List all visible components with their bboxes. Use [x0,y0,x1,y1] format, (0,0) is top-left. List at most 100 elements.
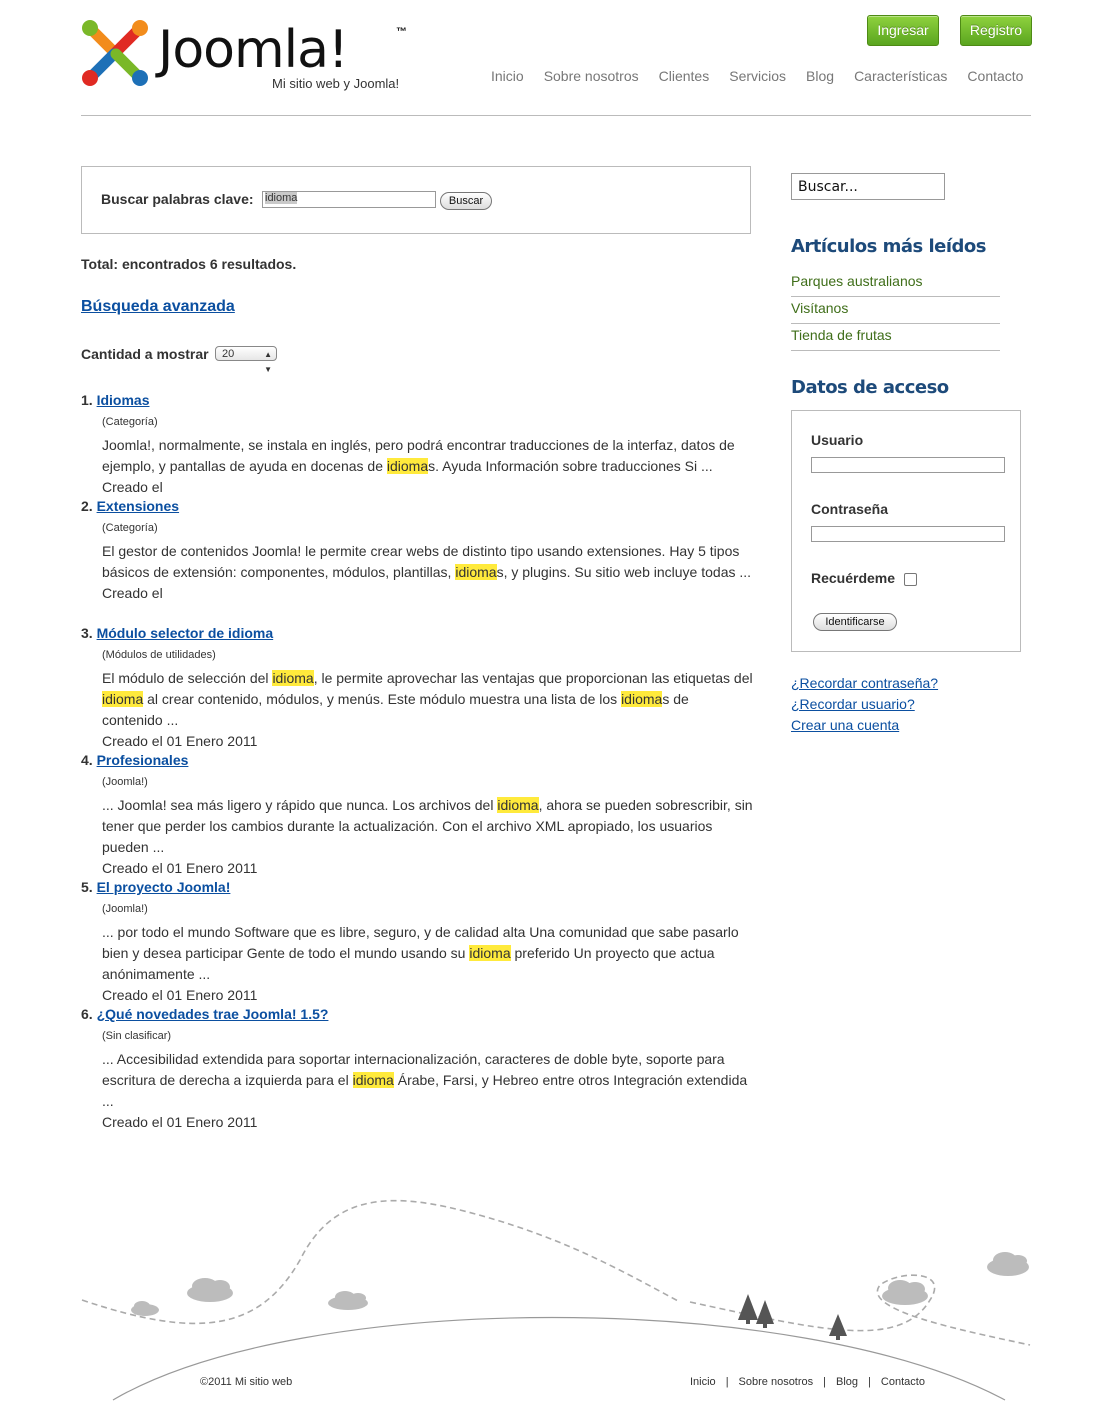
header-divider [81,115,1031,116]
footer-separator: | [725,1376,729,1388]
search-highlight: idioma [386,458,429,474]
advanced-search-link[interactable]: Búsqueda avanzada [81,298,235,316]
search-result-4: 4. Profesionales (Joomla!) ... Joomla! s… [81,750,753,879]
most-read-heading: Artículos más leídos [791,236,986,257]
result-number: 6. [81,1006,93,1022]
search-input-value: idioma [265,192,298,204]
login-form: Usuario Contraseña Recuérdeme Identifica… [791,410,1021,652]
limit-label: Cantidad a mostrar [81,346,209,362]
search-button[interactable]: Buscar [440,192,492,210]
result-snippet: ... Accesibilidad extendida para soporta… [102,1051,748,1109]
nav-item-sobre-nosotros[interactable]: Sobre nosotros [544,68,639,84]
result-snippet: El gestor de contenidos Joomla! le permi… [102,543,752,580]
login-top-button[interactable]: Ingresar [867,15,939,46]
search-result-6: 6. ¿Qué novedades trae Joomla! 1.5? (Sin… [81,1004,753,1133]
result-category: (Joomla!) [102,903,148,915]
remember-checkbox[interactable] [904,573,917,586]
result-date: Creado el 01 Enero 2011 [102,860,258,876]
joomla-logo-icon [82,20,148,86]
most-read-item[interactable]: Visítanos [791,297,1000,324]
result-date: Creado el 01 Enero 2011 [102,1114,258,1130]
footer-nav: Inicio | Sobre nosotros | Blog | Contacto [690,1376,925,1388]
main-nav: Inicio Sobre nosotros Clientes Servicios… [480,68,1023,84]
nav-item-contacto[interactable]: Contacto [967,68,1023,84]
forgot-password-link[interactable]: ¿Recordar contraseña? [791,675,938,691]
search-highlight: idioma [621,691,663,707]
result-snippet: ... por todo el mundo Software que es li… [102,924,739,982]
nav-item-blog[interactable]: Blog [806,68,834,84]
password-label: Contraseña [811,501,889,517]
result-title-link[interactable]: Módulo selector de idioma [97,625,274,641]
nav-item-inicio[interactable]: Inicio [491,68,524,84]
result-number: 5. [81,879,93,895]
result-snippet: Joomla!, normalmente, se instala en ingl… [102,437,735,474]
search-highlight: idioma [102,691,144,707]
most-read-item[interactable]: Tienda de frutas [791,324,1000,351]
search-result-5: 5. El proyecto Joomla! (Joomla!) ... por… [81,877,753,1006]
result-number: 2. [81,498,93,514]
search-result-3: 3. Módulo selector de idioma (Módulos de… [81,623,753,752]
password-field[interactable] [811,526,1005,542]
login-heading: Datos de acceso [791,377,949,398]
forgot-username-link[interactable]: ¿Recordar usuario? [791,696,915,712]
search-highlight: idioma [272,670,314,686]
result-number: 1. [81,392,93,408]
search-label: Buscar palabras clave: [101,191,254,207]
search-highlight: idioma [352,1072,394,1088]
result-title-link[interactable]: El proyecto Joomla! [97,879,231,895]
limit-select[interactable]: 20 ▲ ▼ [215,346,277,374]
site-tagline: Mi sitio web y Joomla! [272,76,400,91]
logo-wordmark: Joomla! [158,20,349,80]
login-button[interactable]: Identificarse [813,613,897,631]
result-category: (Categoría) [102,416,158,428]
result-title-link[interactable]: Idiomas [97,392,150,408]
site-logo[interactable]: Joomla! ™ Mi sitio web y Joomla! [80,16,420,96]
remember-label: Recuérdeme [811,570,896,586]
footer-nav-contacto[interactable]: Contacto [881,1376,925,1388]
create-account-link[interactable]: Crear una cuenta [791,717,899,733]
limit-select-value: 20 [222,348,235,360]
result-number: 3. [81,625,93,641]
search-highlight: idioma [497,797,539,813]
most-read-item[interactable]: Parques australianos [791,270,1000,297]
footer-nav-inicio[interactable]: Inicio [690,1376,716,1388]
search-highlight: idioma [469,945,511,961]
search-result-1: 1. Idiomas (Categoría) Joomla!, normalme… [81,390,753,498]
search-form: Buscar palabras clave: idioma Buscar [81,166,751,234]
footer-landscape-illustration [81,1199,1031,1401]
username-field[interactable] [811,457,1005,473]
register-top-button[interactable]: Registro [960,15,1032,46]
result-snippet: ... Joomla! sea más ligero y rápido que … [102,797,753,855]
sidebar-search-input[interactable]: Buscar... [791,173,945,200]
result-category: (Categoría) [102,522,158,534]
result-category: (Módulos de utilidades) [102,649,216,661]
search-highlight: idioma [455,564,497,580]
results-total: Total: encontrados 6 resultados. [81,256,297,272]
result-category: (Sin clasificar) [102,1030,172,1042]
result-title-link[interactable]: Profesionales [97,752,189,768]
nav-item-servicios[interactable]: Servicios [729,68,786,84]
result-date: Creado el 01 Enero 2011 [102,733,258,749]
result-snippet: El módulo de selección del idioma, le pe… [102,670,753,728]
footer-separator: | [868,1376,871,1388]
result-number: 4. [81,752,93,768]
result-date: Creado el [102,479,163,495]
logo-trademark: ™ [396,26,407,38]
cloud-icon [131,1252,1029,1316]
search-input[interactable]: idioma [262,191,436,208]
result-date: Creado el 01 Enero 2011 [102,987,258,1003]
footer-nav-sobre-nosotros[interactable]: Sobre nosotros [739,1376,814,1388]
nav-item-clientes[interactable]: Clientes [659,68,710,84]
result-category: (Joomla!) [102,776,148,788]
result-title-link[interactable]: Extensiones [97,498,179,514]
nav-item-caracteristicas[interactable]: Características [854,68,947,84]
footer-copyright: ©2011 Mi sitio web [200,1376,293,1388]
username-label: Usuario [811,432,864,448]
footer-nav-blog[interactable]: Blog [836,1376,858,1388]
search-result-2: 2. Extensiones (Categoría) El gestor de … [81,496,753,604]
result-title-link[interactable]: ¿Qué novedades trae Joomla! 1.5? [97,1006,329,1022]
result-date: Creado el [102,585,163,601]
select-arrows-icon: ▲ ▼ [264,350,272,374]
footer-separator: | [823,1376,827,1388]
tree-icon [738,1294,847,1340]
